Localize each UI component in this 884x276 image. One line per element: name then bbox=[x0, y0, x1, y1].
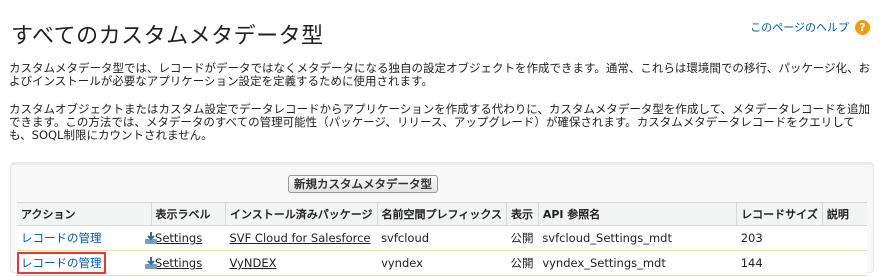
api-name-cell: svfcloud_Settings_mdt bbox=[538, 225, 737, 251]
table-header-row: アクション 表示ラベル インストール済みパッケージ 名前空間プレフィックス 表示… bbox=[17, 202, 867, 226]
header-label: 表示ラベル bbox=[151, 202, 227, 226]
description-cell bbox=[822, 250, 867, 276]
visibility-cell: 公開 bbox=[506, 250, 539, 276]
help-area: このページのヘルプ ? bbox=[750, 19, 870, 35]
package-link[interactable]: SVF Cloud for Salesforce bbox=[230, 231, 371, 245]
header-action: アクション bbox=[17, 202, 152, 226]
page-title: すべてのカスタムメタデータ型 bbox=[11, 24, 324, 49]
header-record-size: レコードサイズ bbox=[736, 202, 823, 226]
visibility-cell: 公開 bbox=[506, 225, 539, 251]
header-namespace: 名前空間プレフィックス bbox=[377, 202, 508, 226]
api-name-cell: vyndex_Settings_mdt bbox=[538, 250, 737, 276]
manage-records-link[interactable]: レコードの管理 bbox=[21, 231, 102, 245]
namespace-cell: vyndex bbox=[377, 250, 507, 276]
action-cell: レコードの管理 bbox=[17, 250, 157, 276]
label-link[interactable]: Settings bbox=[155, 231, 202, 245]
namespace-cell: svfcloud bbox=[377, 225, 507, 251]
table-row: レコードの管理 Settings SVF Cloud for Salesforc… bbox=[17, 225, 867, 251]
record-size-cell: 144 bbox=[736, 250, 823, 276]
manage-records-link[interactable]: レコードの管理 bbox=[17, 252, 106, 274]
record-size-cell: 203 bbox=[736, 225, 823, 251]
metadata-types-panel: 新規カスタムメタデータ型 アクション 表示ラベル インストール済みパッケージ 名… bbox=[10, 162, 874, 276]
installed-package-icon bbox=[144, 256, 158, 270]
intro-paragraph: カスタムメタデータ型では、レコードがデータではなくメタデータになる独自の設定オブ… bbox=[9, 61, 871, 88]
header-description: 説明 bbox=[822, 202, 867, 226]
help-icon[interactable]: ? bbox=[855, 19, 870, 35]
header-visibility: 表示 bbox=[506, 202, 539, 226]
metadata-types-table: アクション 表示ラベル インストール済みパッケージ 名前空間プレフィックス 表示… bbox=[17, 202, 867, 276]
help-link[interactable]: このページのヘルプ bbox=[750, 19, 849, 35]
new-custom-metadata-type-button[interactable]: 新規カスタムメタデータ型 bbox=[288, 175, 438, 193]
table-row: レコードの管理 Settings VyNDEX vyndex 公開 vyndex… bbox=[17, 250, 867, 276]
installed-package-icon bbox=[144, 231, 158, 245]
package-link[interactable]: VyNDEX bbox=[230, 256, 277, 270]
label-link[interactable]: Settings bbox=[155, 256, 202, 270]
header-package: インストール済みパッケージ bbox=[225, 202, 378, 226]
description-cell bbox=[822, 225, 867, 251]
header-api-name: API 参照名 bbox=[538, 202, 738, 226]
description-paragraph: カスタムオブジェクトまたはカスタム設定でデータレコードからアプリケーションを作成… bbox=[9, 102, 870, 142]
action-cell: レコードの管理 bbox=[17, 225, 157, 251]
